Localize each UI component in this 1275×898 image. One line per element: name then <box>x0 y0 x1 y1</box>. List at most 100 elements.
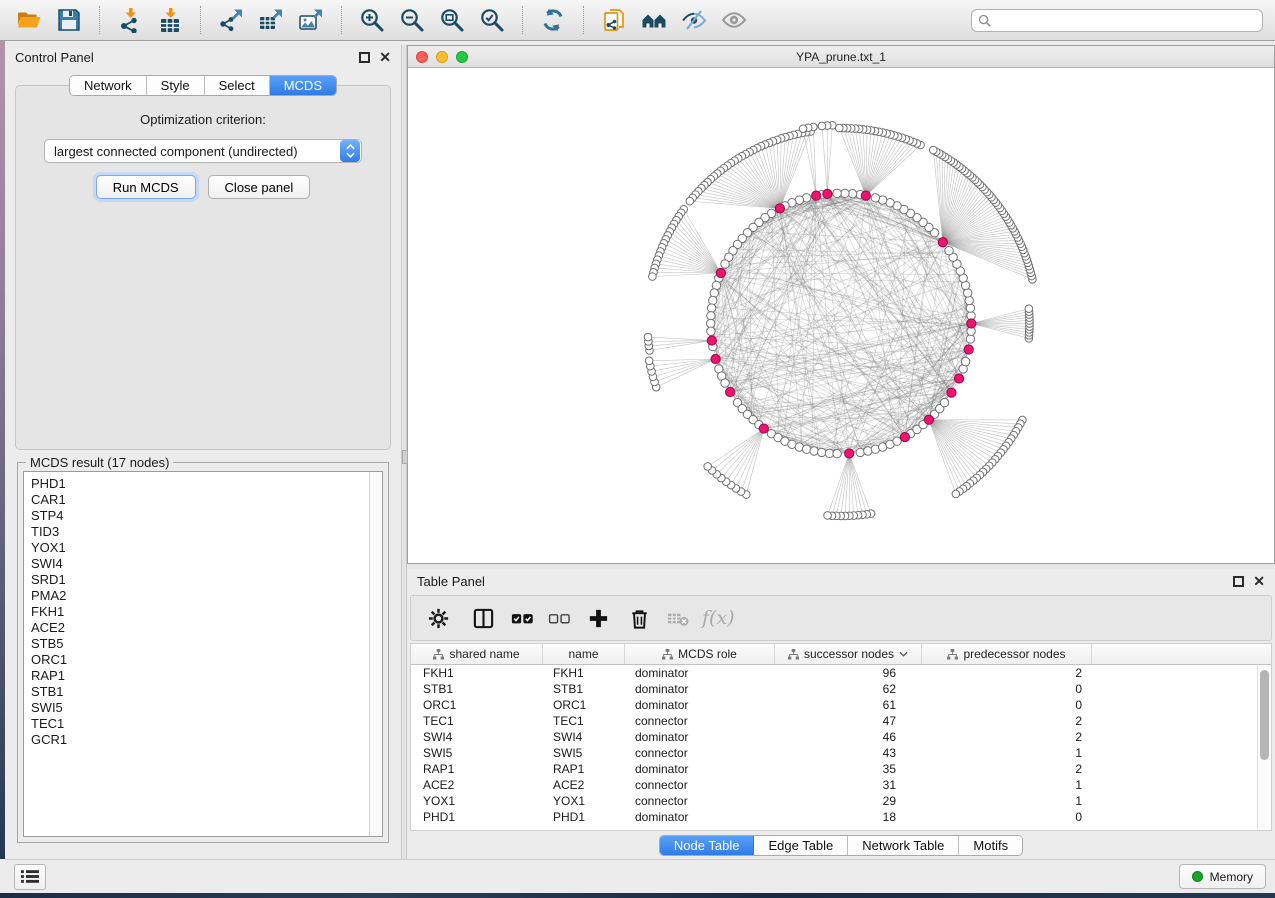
save-session-button[interactable] <box>52 4 86 36</box>
close-table-panel-button[interactable]: ✕ <box>1253 576 1265 587</box>
tab-network-table[interactable]: Network Table <box>848 836 959 855</box>
mcds-result-item[interactable]: TID3 <box>31 524 369 540</box>
run-mcds-button[interactable]: Run MCDS <box>96 175 196 199</box>
mcds-node[interactable] <box>716 268 725 277</box>
network-node[interactable] <box>864 447 872 455</box>
column-header-MCDS-role[interactable]: MCDS role <box>625 644 775 664</box>
network-node[interactable] <box>841 189 849 197</box>
function-builder-button[interactable]: f(x) <box>702 603 735 633</box>
table-scrollbar[interactable] <box>1257 666 1271 830</box>
network-node[interactable] <box>871 194 879 202</box>
select-all-button[interactable] <box>511 603 534 633</box>
network-node[interactable] <box>929 146 937 154</box>
mcds-result-item[interactable]: STB5 <box>31 636 369 652</box>
mcds-result-item[interactable]: YOX1 <box>31 540 369 556</box>
network-node[interactable] <box>856 448 864 456</box>
export-image-button[interactable] <box>294 4 328 36</box>
table-row[interactable]: ACE2ACE2connector311 <box>411 777 1271 793</box>
hide-selected-button[interactable] <box>677 4 711 36</box>
mcds-node[interactable] <box>938 238 947 247</box>
network-node[interactable] <box>1025 305 1033 313</box>
float-panel-button[interactable] <box>359 52 370 63</box>
table-row[interactable]: SWI5SWI5connector431 <box>411 745 1271 761</box>
optimization-criterion-select[interactable]: largest connected component (undirected) <box>44 139 362 163</box>
mcds-result-item[interactable]: ORC1 <box>31 652 369 668</box>
column-header-successor-nodes[interactable]: successor nodes <box>775 644 922 664</box>
table-row[interactable]: RAP1RAP1dominator352 <box>411 761 1271 777</box>
import-network-button[interactable] <box>113 4 147 36</box>
network-node[interactable] <box>706 319 714 327</box>
network-node[interactable] <box>644 333 652 341</box>
task-history-button[interactable] <box>14 864 46 890</box>
mcds-node[interactable] <box>964 345 973 354</box>
deselect-all-button[interactable] <box>548 603 571 633</box>
vertical-splitter[interactable] <box>401 45 407 859</box>
delete-column-button[interactable] <box>628 603 651 633</box>
network-node[interactable] <box>686 197 694 205</box>
mcds-node[interactable] <box>823 189 832 198</box>
tab-motifs[interactable]: Motifs <box>959 836 1022 855</box>
create-column-button[interactable] <box>587 603 610 633</box>
network-node[interactable] <box>709 296 717 304</box>
network-node[interactable] <box>940 398 948 406</box>
network-node[interactable] <box>952 490 960 498</box>
close-panel-button[interactable]: ✕ <box>379 52 391 63</box>
new-network-from-selection-button[interactable] <box>597 4 631 36</box>
column-header-name[interactable]: name <box>543 644 625 664</box>
network-node[interactable] <box>818 122 826 130</box>
tab-network[interactable]: Network <box>70 76 147 95</box>
table-row[interactable]: SWI4SWI4dominator462 <box>411 729 1271 745</box>
close-panel-action-button[interactable]: Close panel <box>208 175 311 199</box>
zoom-fit-button[interactable] <box>435 4 469 36</box>
table-row[interactable]: STB1STB1dominator620 <box>411 681 1271 697</box>
mcds-node[interactable] <box>967 319 976 328</box>
memory-button[interactable]: Memory <box>1179 864 1266 889</box>
mcds-list-scrollbar[interactable] <box>369 472 382 836</box>
mcds-result-item[interactable]: PMA2 <box>31 588 369 604</box>
network-node[interactable] <box>645 357 653 365</box>
table-row[interactable]: YOX1YOX1connector291 <box>411 793 1271 809</box>
mcds-result-item[interactable]: STP4 <box>31 508 369 524</box>
mcds-node[interactable] <box>707 336 716 345</box>
network-node[interactable] <box>707 312 715 320</box>
open-session-button[interactable] <box>12 4 46 36</box>
mcds-node[interactable] <box>924 415 933 424</box>
mcds-node[interactable] <box>845 449 854 458</box>
table-row[interactable]: FKH1FKH1dominator962 <box>411 665 1271 681</box>
mcds-result-item[interactable]: CAR1 <box>31 492 369 508</box>
mcds-node[interactable] <box>861 191 870 200</box>
mcds-result-item[interactable]: GCR1 <box>31 732 369 748</box>
network-node[interactable] <box>945 247 953 255</box>
delete-table-button[interactable] <box>667 603 690 633</box>
network-node[interactable] <box>966 335 974 343</box>
mcds-result-item[interactable]: STB1 <box>31 684 369 700</box>
mcds-node[interactable] <box>900 432 909 441</box>
mcds-node[interactable] <box>711 354 720 363</box>
mcds-result-item[interactable]: RAP1 <box>31 668 369 684</box>
show-all-button[interactable] <box>717 4 751 36</box>
mcds-result-item[interactable]: PHD1 <box>31 476 369 492</box>
mcds-node[interactable] <box>812 191 821 200</box>
zoom-in-button[interactable] <box>355 4 389 36</box>
mcds-node[interactable] <box>954 374 963 383</box>
network-node[interactable] <box>818 448 826 456</box>
column-header-shared-name[interactable]: shared name <box>411 644 543 664</box>
network-node[interactable] <box>704 463 712 471</box>
table-settings-button[interactable] <box>427 603 450 633</box>
zoom-out-button[interactable] <box>395 4 429 36</box>
table-row[interactable]: PHD1PHD1dominator180 <box>411 809 1271 825</box>
mcds-result-item[interactable]: SWI5 <box>31 700 369 716</box>
tab-mcds[interactable]: MCDS <box>270 76 336 95</box>
network-node[interactable] <box>824 512 832 520</box>
search-input[interactable] <box>991 13 1256 27</box>
export-network-button[interactable] <box>214 4 248 36</box>
export-table-button[interactable] <box>254 4 288 36</box>
table-scrollbar-thumb[interactable] <box>1260 670 1269 760</box>
first-neighbors-button[interactable] <box>637 4 671 36</box>
mcds-result-item[interactable]: SWI4 <box>31 556 369 572</box>
network-node[interactable] <box>961 357 969 365</box>
network-node[interactable] <box>833 450 841 458</box>
refresh-layout-button[interactable] <box>536 4 570 36</box>
network-node[interactable] <box>649 273 657 281</box>
mcds-node[interactable] <box>775 204 784 213</box>
